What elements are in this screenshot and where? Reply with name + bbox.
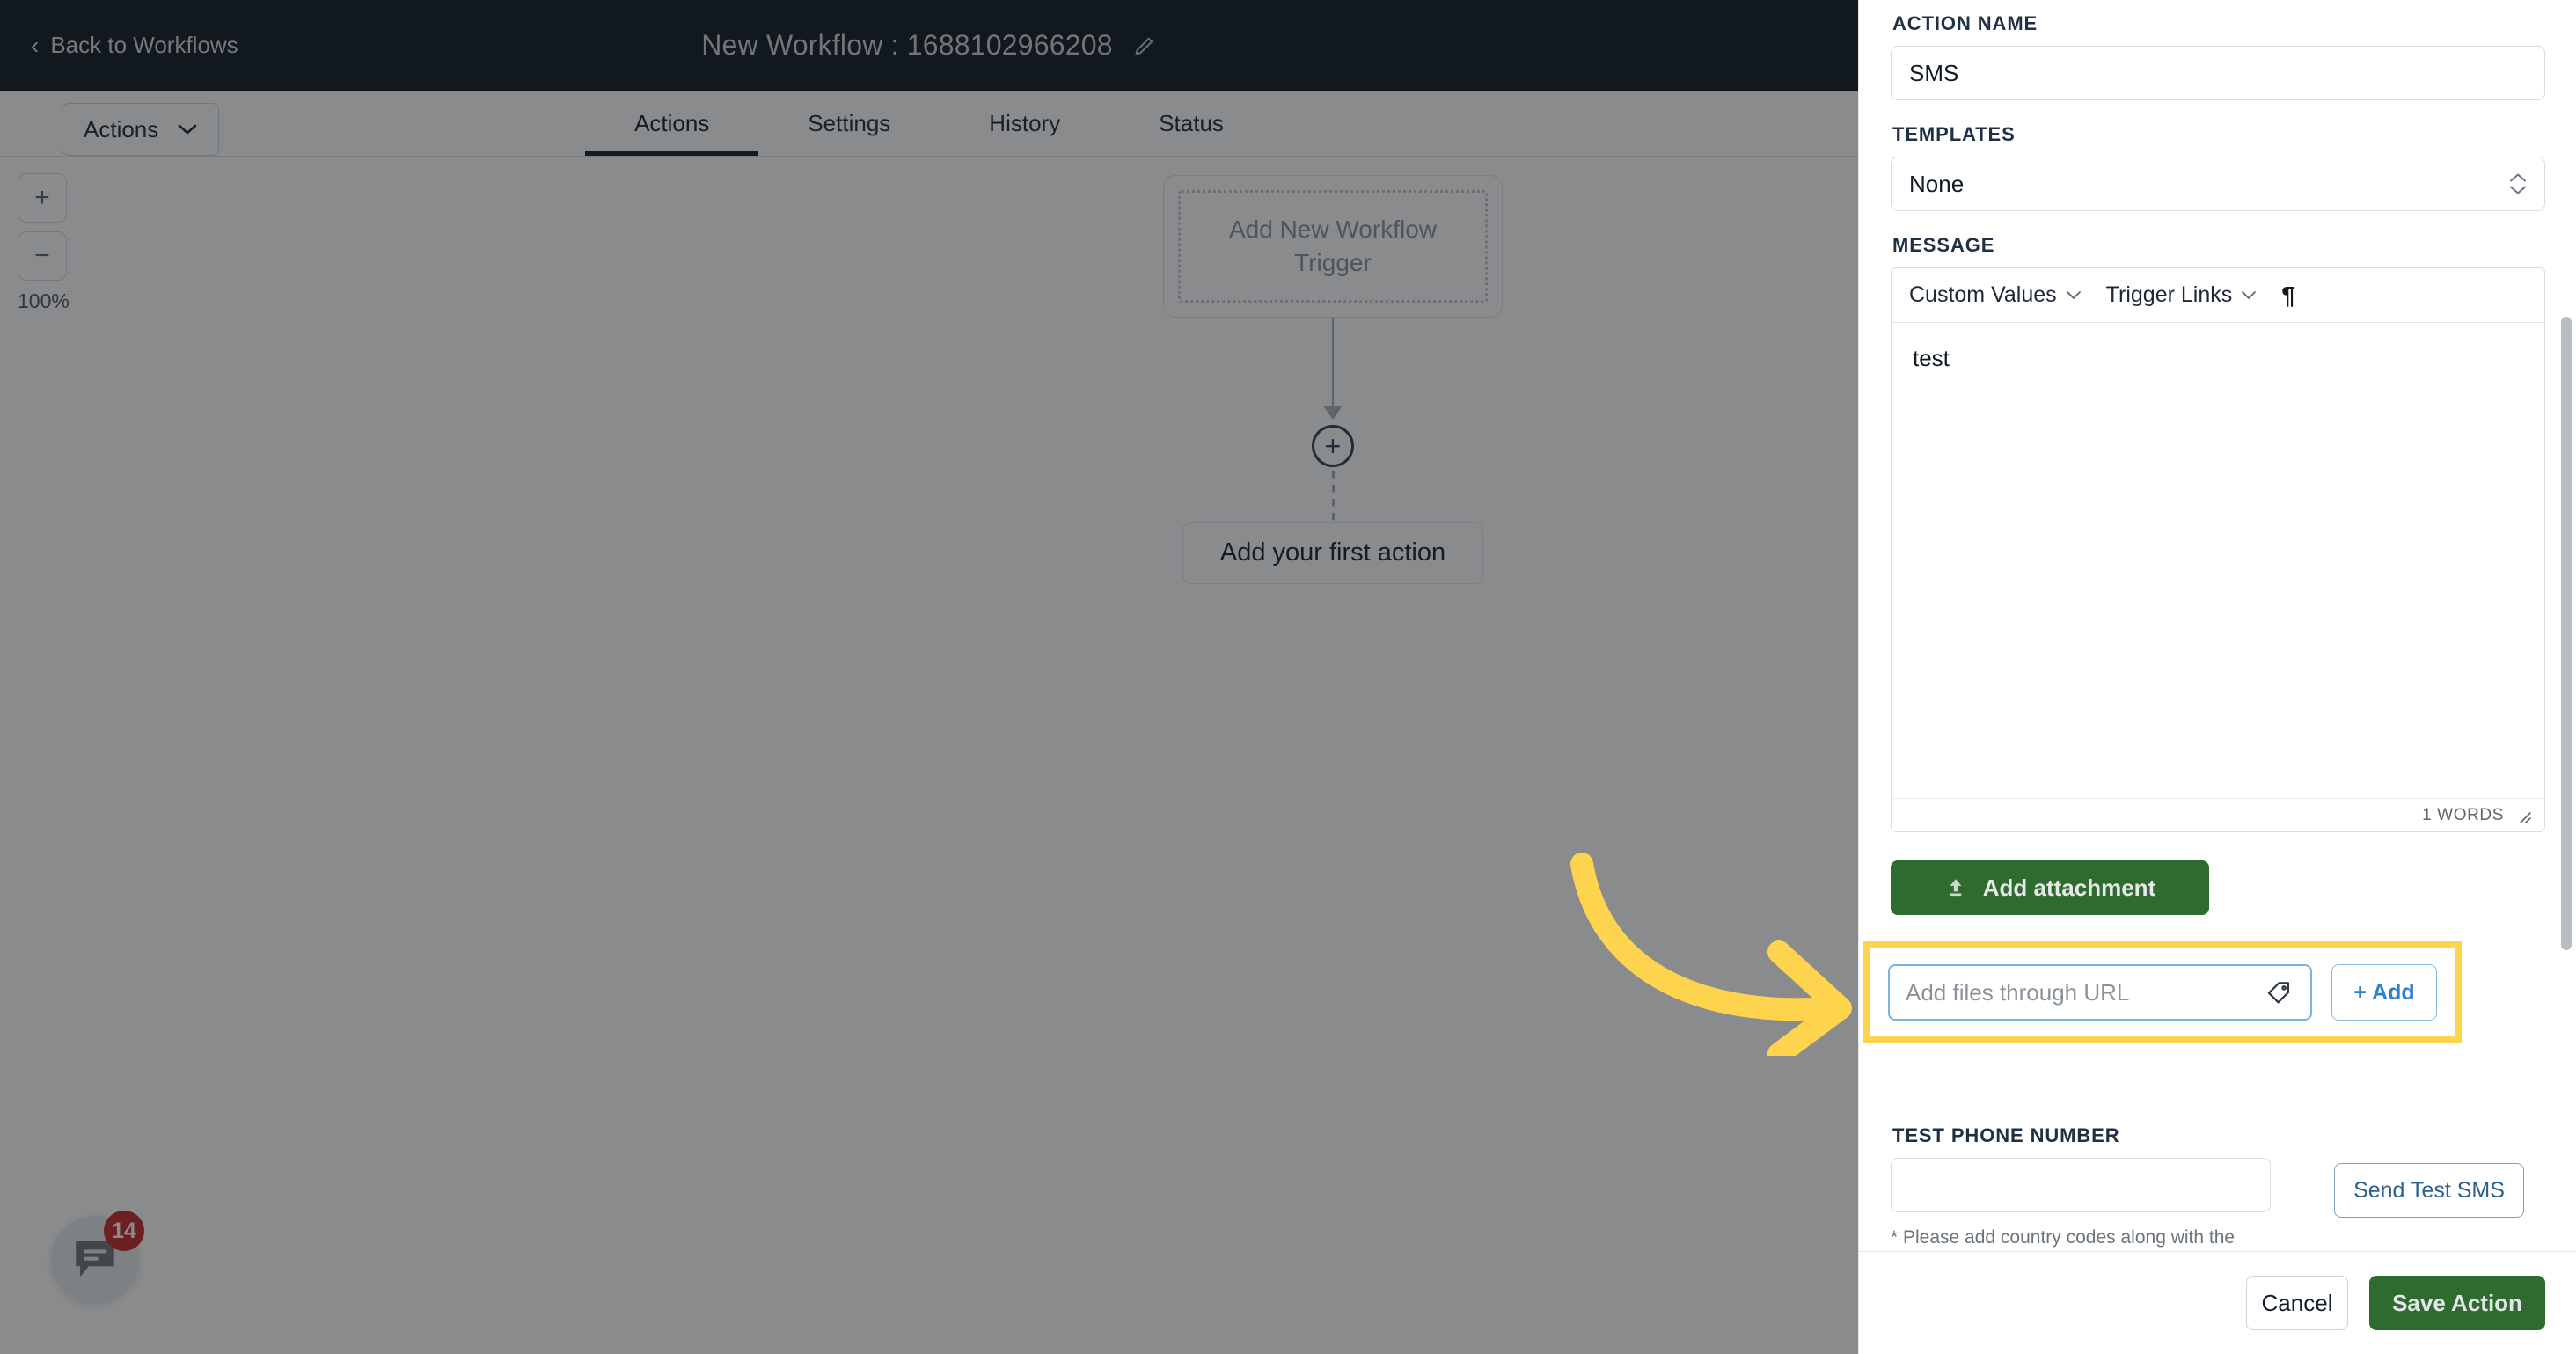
templates-label: TEMPLATES — [1892, 123, 2016, 145]
url-input-wrapper[interactable] — [1888, 964, 2312, 1021]
action-name-input[interactable] — [1891, 46, 2545, 100]
add-attachment-label: Add attachment — [1982, 874, 2156, 901]
modal-dim-overlay[interactable] — [0, 0, 1858, 1354]
resize-grip-icon[interactable] — [2514, 807, 2532, 824]
chevron-up-down-icon — [2509, 173, 2527, 195]
trigger-links-label: Trigger Links — [2105, 282, 2233, 307]
action-name-label: ACTION NAME — [1892, 12, 2038, 34]
panel-scrollbar[interactable] — [2559, 0, 2573, 1251]
url-row: + Add — [1870, 948, 2455, 1036]
test-phone-row: * Please add country codes along with th… — [1891, 1158, 2545, 1251]
message-editor-toolbar: Custom Values Trigger Links ¶ — [1892, 268, 2544, 323]
panel-scrollbar-thumb[interactable] — [2561, 317, 2572, 950]
test-phone-hint: * Please add country codes along with th… — [1891, 1227, 2236, 1248]
chevron-down-icon — [2242, 291, 2257, 299]
cancel-button[interactable]: Cancel — [2246, 1276, 2348, 1330]
url-input[interactable] — [1906, 978, 2265, 1006]
workflow-builder-screen: ‹ Back to Workflows New Workflow : 16881… — [0, 0, 2576, 1354]
workflow-canvas-area: ‹ Back to Workflows New Workflow : 16881… — [0, 0, 1858, 1354]
save-action-button[interactable]: Save Action — [2369, 1276, 2545, 1330]
message-body-text[interactable]: test — [1892, 323, 2544, 798]
panel-footer: Cancel Save Action — [1859, 1251, 2576, 1354]
message-label: MESSAGE — [1892, 234, 1995, 256]
test-phone-section: TEST PHONE NUMBER * Please add country c… — [1891, 1124, 2545, 1251]
templates-selected-value: None — [1909, 170, 1965, 197]
panel-scroll-body: ACTION NAME TEMPLATES None MESSAGE Custo… — [1859, 0, 2576, 1251]
url-row-highlight: + Add — [1863, 941, 2462, 1043]
word-count-label: 1 WORDS — [2422, 805, 2504, 824]
send-test-sms-button[interactable]: Send Test SMS — [2334, 1163, 2524, 1218]
tag-icon[interactable] — [2265, 977, 2294, 1007]
test-phone-field-group: * Please add country codes along with th… — [1891, 1158, 2271, 1251]
message-editor-footer: 1 WORDS — [1892, 798, 2544, 831]
action-settings-panel: ACTION NAME TEMPLATES None MESSAGE Custo… — [1858, 0, 2576, 1354]
test-phone-input[interactable] — [1891, 1158, 2271, 1212]
pilcrow-icon[interactable]: ¶ — [2281, 282, 2295, 310]
add-url-button[interactable]: + Add — [2331, 964, 2437, 1021]
message-editor: Custom Values Trigger Links ¶ test 1 WOR… — [1891, 267, 2545, 832]
templates-select[interactable]: None — [1891, 157, 2545, 211]
custom-values-dropdown[interactable]: Custom Values — [1909, 282, 2082, 308]
trigger-links-dropdown[interactable]: Trigger Links — [2106, 282, 2258, 308]
add-attachment-button[interactable]: Add attachment — [1891, 860, 2209, 915]
custom-values-label: Custom Values — [1909, 282, 2057, 307]
chevron-down-icon — [2066, 291, 2081, 299]
test-phone-label: TEST PHONE NUMBER — [1892, 1124, 2120, 1146]
upload-icon — [1950, 879, 1962, 897]
